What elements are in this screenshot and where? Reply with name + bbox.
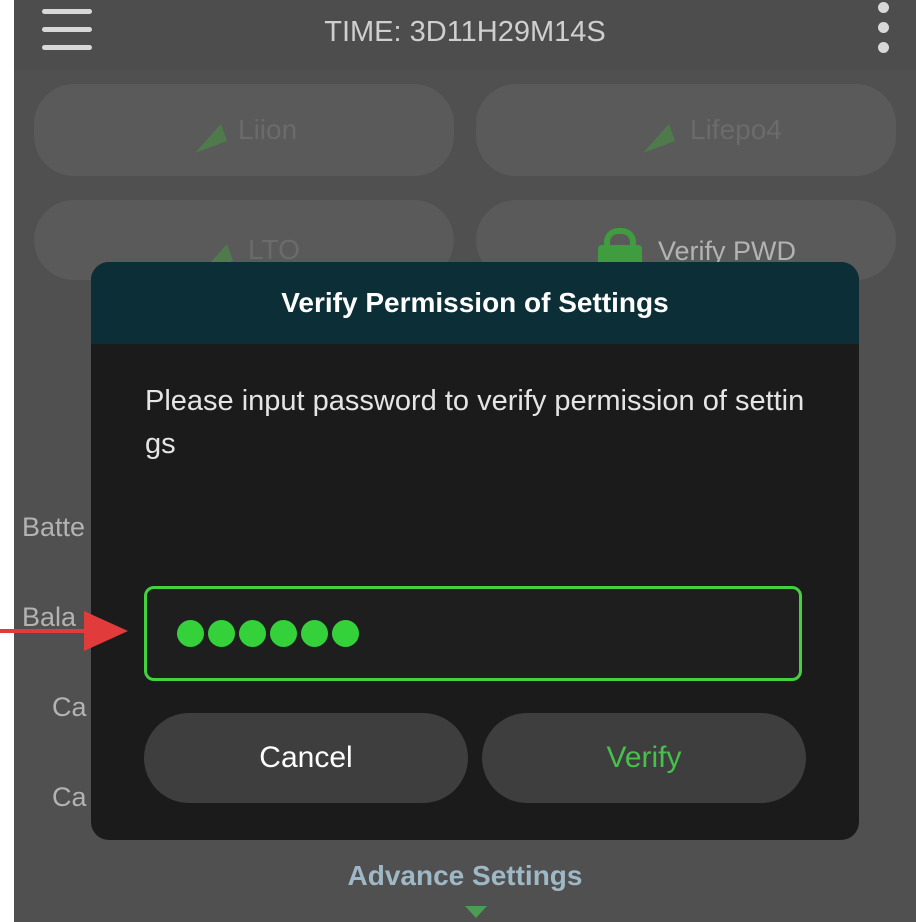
verify-permission-dialog: Verify Permission of Settings Please inp… [91,262,859,840]
dialog-title: Verify Permission of Settings [281,287,669,318]
paper-plane-icon [630,107,676,153]
password-dot [332,620,359,647]
capacity-label-partial: Ca [52,782,87,812]
battery-type-option-liion[interactable]: Liion [34,84,454,176]
battery-type-label: Liion [238,114,298,145]
red-arrow-head [84,611,128,651]
password-mask [177,620,359,647]
password-dot [239,620,266,647]
top-bar: TIME: 3D11H29M14S [14,0,916,70]
password-dot [177,620,204,647]
password-dot [208,620,235,647]
more-vertical-icon[interactable] [876,2,890,54]
battery-type-label: Lifepo4 [690,114,782,145]
cancel-button[interactable]: Cancel [144,713,468,803]
chevron-down-icon[interactable] [465,906,487,918]
red-arrow-pointer [0,629,85,633]
verify-button[interactable]: Verify [482,713,806,803]
password-dot [270,620,297,647]
password-dot [301,620,328,647]
dialog-header: Verify Permission of Settings [91,262,859,344]
battery-label-partial: Batte [22,512,86,542]
paper-plane-icon [182,107,228,153]
advance-settings-link[interactable]: Advance Settings [14,860,916,892]
runtime-timer: TIME: 3D11H29M14S [324,16,606,48]
password-input[interactable] [144,586,802,681]
dialog-message: Please input password to verify permissi… [145,385,805,460]
calibration-label-partial: Ca [52,692,87,722]
battery-type-option-lifepo4[interactable]: Lifepo4 [476,84,896,176]
